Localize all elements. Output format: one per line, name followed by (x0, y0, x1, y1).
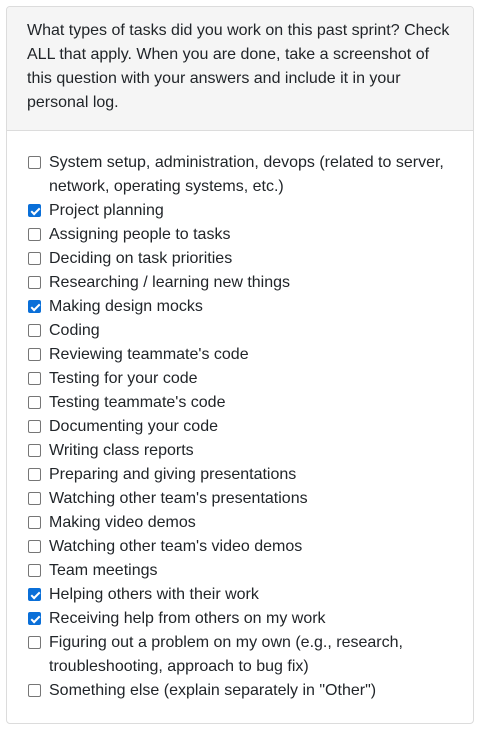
checkbox[interactable] (28, 588, 41, 601)
checkbox-option[interactable]: Something else (explain separately in "O… (27, 679, 455, 703)
checkbox-option[interactable]: Assigning people to tasks (27, 223, 455, 247)
checkbox-label[interactable]: Writing class reports (49, 439, 455, 463)
checkbox-option[interactable]: Helping others with their work (27, 583, 455, 607)
checkbox-option[interactable]: Documenting your code (27, 415, 455, 439)
checkbox[interactable] (28, 540, 41, 553)
checkbox[interactable] (28, 348, 41, 361)
checkbox-label[interactable]: Preparing and giving presentations (49, 463, 455, 487)
checkbox-label[interactable]: Testing for your code (49, 367, 455, 391)
checkbox[interactable] (28, 684, 41, 697)
checkbox-option[interactable]: Making video demos (27, 511, 455, 535)
checkbox[interactable] (28, 420, 41, 433)
checkbox-option[interactable]: Making design mocks (27, 295, 455, 319)
checkbox[interactable] (28, 252, 41, 265)
checkbox[interactable] (28, 228, 41, 241)
checkbox[interactable] (28, 300, 41, 313)
checkbox-option[interactable]: Watching other team's video demos (27, 535, 455, 559)
checkbox-label[interactable]: Receiving help from others on my work (49, 607, 455, 631)
checkbox-option[interactable]: Researching / learning new things (27, 271, 455, 295)
checkbox-label[interactable]: Watching other team's video demos (49, 535, 455, 559)
checkbox[interactable] (28, 516, 41, 529)
question-body: System setup, administration, devops (re… (7, 131, 473, 703)
checkbox-label[interactable]: Testing teammate's code (49, 391, 455, 415)
checkbox-option[interactable]: Project planning (27, 199, 455, 223)
checkbox-option[interactable]: Watching other team's presentations (27, 487, 455, 511)
checkbox-label[interactable]: Making video demos (49, 511, 455, 535)
checkbox-option[interactable]: Receiving help from others on my work (27, 607, 455, 631)
checkbox-label[interactable]: Assigning people to tasks (49, 223, 455, 247)
checkbox-option[interactable]: Coding (27, 319, 455, 343)
checkbox-label[interactable]: Deciding on task priorities (49, 247, 455, 271)
checkbox-label[interactable]: System setup, administration, devops (re… (49, 151, 455, 199)
checkbox[interactable] (28, 324, 41, 337)
checkbox[interactable] (28, 372, 41, 385)
checkbox-label[interactable]: Reviewing teammate's code (49, 343, 455, 367)
question-header: What types of tasks did you work on this… (7, 7, 473, 131)
checkbox[interactable] (28, 564, 41, 577)
checkbox[interactable] (28, 444, 41, 457)
checkbox[interactable] (28, 204, 41, 217)
checkbox-label[interactable]: Project planning (49, 199, 455, 223)
checkbox[interactable] (28, 468, 41, 481)
checkbox-label[interactable]: Making design mocks (49, 295, 455, 319)
checkbox-label[interactable]: Researching / learning new things (49, 271, 455, 295)
checkbox-label[interactable]: Something else (explain separately in "O… (49, 679, 455, 703)
checkbox-label[interactable]: Watching other team's presentations (49, 487, 455, 511)
checkbox-label[interactable]: Figuring out a problem on my own (e.g., … (49, 631, 455, 679)
question-card: What types of tasks did you work on this… (6, 6, 474, 724)
checkbox-label[interactable]: Helping others with their work (49, 583, 455, 607)
checkbox-option[interactable]: Reviewing teammate's code (27, 343, 455, 367)
checkbox-label[interactable]: Documenting your code (49, 415, 455, 439)
checkbox[interactable] (28, 612, 41, 625)
checkbox-option[interactable]: System setup, administration, devops (re… (27, 151, 455, 199)
checkbox[interactable] (28, 156, 41, 169)
checkbox-option[interactable]: Figuring out a problem on my own (e.g., … (27, 631, 455, 679)
checkbox-option[interactable]: Team meetings (27, 559, 455, 583)
checkbox[interactable] (28, 276, 41, 289)
question-text: What types of tasks did you work on this… (27, 22, 450, 111)
checkbox[interactable] (28, 492, 41, 505)
checkbox-option[interactable]: Testing teammate's code (27, 391, 455, 415)
checkbox-label[interactable]: Team meetings (49, 559, 455, 583)
checkbox-list: System setup, administration, devops (re… (27, 151, 455, 703)
checkbox[interactable] (28, 636, 41, 649)
checkbox-option[interactable]: Writing class reports (27, 439, 455, 463)
checkbox-label[interactable]: Coding (49, 319, 455, 343)
checkbox-option[interactable]: Deciding on task priorities (27, 247, 455, 271)
checkbox[interactable] (28, 396, 41, 409)
checkbox-option[interactable]: Preparing and giving presentations (27, 463, 455, 487)
checkbox-option[interactable]: Testing for your code (27, 367, 455, 391)
